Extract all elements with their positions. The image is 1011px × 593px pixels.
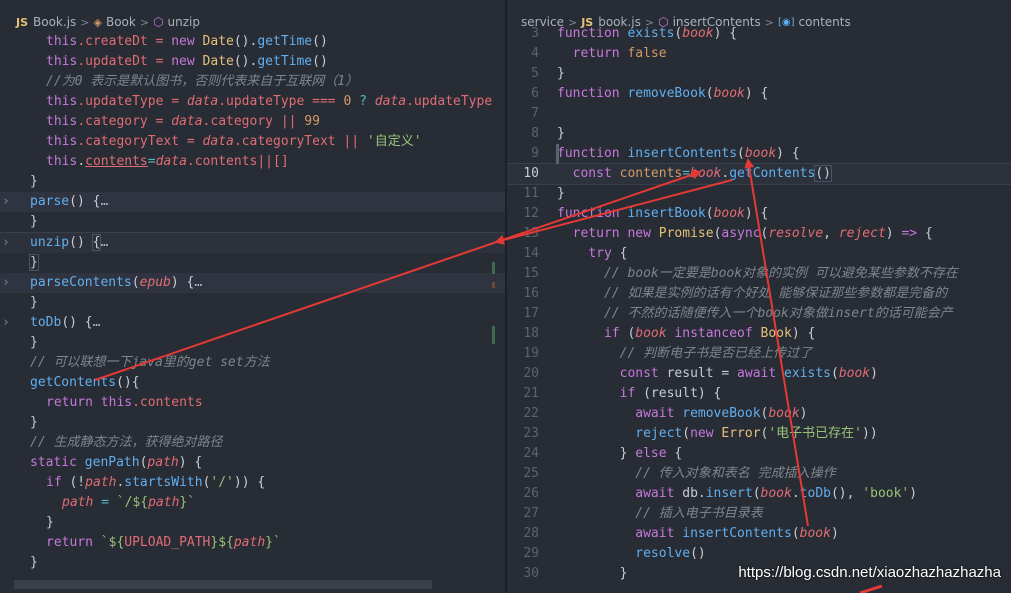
code-line: 11} [523,186,565,201]
code-line-current: 10 const contents=book.getContents() [507,163,1011,185]
right-editor-pane[interactable]: service > JS book.js > ⬡ insertContents > … [507,0,1011,593]
code-line: 29 resolve() [523,546,706,561]
code-line: path = `/${path}` [62,495,196,510]
folded-method-unzip[interactable]: › unzip() {… [0,232,505,253]
code-line: 21 if (result) { [523,386,722,401]
code-line: 22 await removeBook(book) [523,406,808,421]
code-line-insertcontents-def: 9 function insertContents(book) { [531,146,800,161]
code-line: } [30,335,38,350]
code-line: 6 function removeBook(book) { [531,86,769,101]
code-comment: 27 // 插入电子书目录表 [523,506,763,521]
code-line: } [30,214,38,229]
code-line: } [30,555,38,570]
left-editor-pane[interactable]: JS Book.js > ◈ Book > ⬡ unzip this.createDt… [0,0,505,593]
minimap-change-marker [492,262,495,274]
left-code-area[interactable]: this.createDt = new Date().getTime() thi… [0,32,505,573]
js-file-icon: JS [16,15,29,29]
code-line: this.updateDt = new Date().getTime() [46,54,328,69]
code-line: 5} [531,66,565,81]
code-line: this.category = data.category || 99 [46,114,320,129]
code-line: 23 reject(new Error('电子书已存在')) [523,426,878,441]
code-line: 13 return new Promise(async(resolve, rej… [523,226,933,241]
code-line: 4 return false [531,46,667,61]
code-comment: 17 // 不然的话随便传入一个book对象做insert的话可能会产 [523,306,953,321]
code-line: 20 const result = await exists(book) [523,366,878,381]
code-line: } [30,415,38,430]
minimap-change-marker [492,326,495,344]
code-line: this.categoryText = data.categoryText ||… [46,134,422,149]
class-icon: ◈ [93,15,102,29]
horizontal-scrollbar[interactable] [14,580,432,589]
chevron-right-icon: > [80,15,90,29]
code-comment: 25 // 传入对象和表名 完成插入操作 [523,466,836,481]
code-line: } [46,515,54,530]
breadcrumb-method[interactable]: ⬡ unzip [153,15,200,29]
right-code-area[interactable]: 3 function exists(book) { 4 return false … [507,24,1011,584]
gutter-modified-marker [556,144,559,164]
breadcrumb-file[interactable]: JS Book.js [16,15,76,29]
code-line-insertcontents-call: 28 await insertContents(book) [523,526,839,541]
code-comment: 19 // 判断电子书是否已经上传过了 [523,346,813,361]
code-line: } [30,295,38,310]
breadcrumb-class[interactable]: ◈ Book [94,15,136,29]
left-breadcrumb: JS Book.js > ◈ Book > ⬡ unzip [0,12,505,32]
code-line: this.createDt = new Date().getTime() [46,34,328,49]
code-line: this.contents=data.contents||[] [46,154,289,169]
code-line: return this.contents [46,395,203,410]
code-line: static genPath(path) { [30,455,203,470]
code-line: 24 } else { [523,446,683,461]
code-comment: 15 // book一定要是book对象的实例 可以避免某些参数不存在 [523,266,958,281]
code-line: return `${UPLOAD_PATH}${path}` [46,535,281,550]
fold-chevron-icon[interactable]: › [0,273,30,293]
code-comment: 16 // 如果是实例的话有个好处 能够保证那些参数都是完备的 [523,286,948,301]
fold-chevron-icon[interactable]: › [0,192,30,212]
folded-method-parsecontents[interactable]: › parseContents(epub) {… [0,273,505,293]
fold-chevron-icon[interactable]: › [0,313,30,333]
code-line-getcontents: getContents(){ [30,375,140,390]
minimap-change-marker [492,282,495,288]
code-line: 3 function exists(book) { [531,26,738,41]
code-comment: // 可以联想一下java里的get set方法 [30,355,270,370]
code-line: 18 if (book instanceof Book) { [523,326,816,341]
code-line: 26 await db.insert(book.toDb(), 'book') [523,486,918,501]
code-line: 12 function insertBook(book) { [523,206,769,221]
code-line: 7 [531,106,539,121]
code-line: 14 try { [523,246,628,261]
fold-chevron-icon[interactable]: › [0,233,30,253]
chevron-right-icon: > [139,15,150,29]
code-line: if (!path.startsWith('/')) { [46,475,266,490]
folded-method-todb[interactable]: › toDb() {… [0,313,505,333]
folded-method-parse[interactable]: › parse() {… [0,192,505,212]
code-line: } [30,174,38,189]
code-comment: //为0 表示是默认图书，否则代表来自于互联网（1） [46,74,359,89]
code-line: 8} [531,126,565,141]
method-icon: ⬡ [153,15,164,29]
code-comment: // 生成静态方法，获得绝对路径 [30,435,223,450]
code-line: this.updateType = data.updateType === 0 … [46,94,493,109]
watermark: https://blog.csdn.net/xiaozhazhazhazha [738,564,1001,581]
code-line: } [29,254,39,271]
